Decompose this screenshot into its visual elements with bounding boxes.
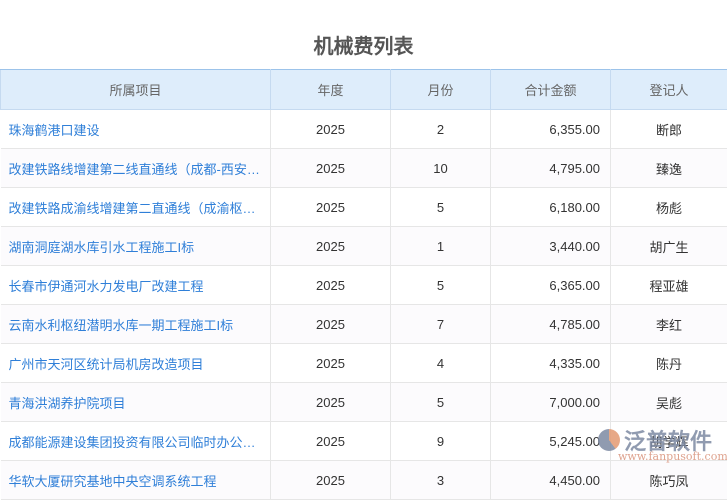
registrant-cell: 臻逸 [611, 149, 727, 188]
column-header-project[interactable]: 所属项目 [1, 70, 271, 110]
amount-cell: 6,180.00 [491, 188, 611, 227]
table-row[interactable]: 华软大厦研究基地中央空调系统工程202534,450.00陈巧凤 [1, 461, 727, 500]
year-cell: 2025 [271, 422, 391, 461]
table-row[interactable]: 云南水利枢纽潜明水库一期工程施工I标202574,785.00李红 [1, 305, 727, 344]
month-cell: 10 [391, 149, 491, 188]
column-header-month[interactable]: 月份 [391, 70, 491, 110]
year-cell: 2025 [271, 461, 391, 500]
project-link[interactable]: 青海洪湖养护院项目 [1, 383, 271, 422]
amount-cell: 4,795.00 [491, 149, 611, 188]
month-cell: 9 [391, 422, 491, 461]
amount-cell: 3,440.00 [491, 227, 611, 266]
registrant-cell: 胡广生 [611, 227, 727, 266]
column-header-amount[interactable]: 合计金额 [491, 70, 611, 110]
table-row[interactable]: 青海洪湖养护院项目202557,000.00吴彪 [1, 383, 727, 422]
table-row[interactable]: 广州市天河区统计局机房改造项目202544,335.00陈丹 [1, 344, 727, 383]
registrant-cell: 李红 [611, 305, 727, 344]
table-row[interactable]: 珠海鹤港口建设202526,355.00断郎 [1, 110, 727, 149]
column-header-year[interactable]: 年度 [271, 70, 391, 110]
month-cell: 1 [391, 227, 491, 266]
amount-cell: 6,355.00 [491, 110, 611, 149]
month-cell: 5 [391, 188, 491, 227]
year-cell: 2025 [271, 344, 391, 383]
year-cell: 2025 [271, 305, 391, 344]
registrant-cell: 吴彪 [611, 383, 727, 422]
registrant-cell: 程亚雄 [611, 266, 727, 305]
registrant-cell: 断郎 [611, 110, 727, 149]
amount-cell: 6,365.00 [491, 266, 611, 305]
month-cell: 7 [391, 305, 491, 344]
table-row[interactable]: 改建铁路线增建第二线直通线（成都-西安…2025104,795.00臻逸 [1, 149, 727, 188]
month-cell: 5 [391, 266, 491, 305]
project-link[interactable]: 改建铁路成渝线增建第二直通线（成渝枢… [1, 188, 271, 227]
registrant-cell: 杨彪 [611, 188, 727, 227]
amount-cell: 4,450.00 [491, 461, 611, 500]
table-row[interactable]: 改建铁路成渝线增建第二直通线（成渝枢…202556,180.00杨彪 [1, 188, 727, 227]
month-cell: 2 [391, 110, 491, 149]
month-cell: 3 [391, 461, 491, 500]
year-cell: 2025 [271, 149, 391, 188]
project-link[interactable]: 成都能源建设集团投资有限公司临时办公… [1, 422, 271, 461]
table-row[interactable]: 湖南洞庭湖水库引水工程施工I标202513,440.00胡广生 [1, 227, 727, 266]
brand-logo-icon [598, 429, 620, 451]
project-link[interactable]: 珠海鹤港口建设 [1, 110, 271, 149]
column-header-registrant[interactable]: 登记人 [611, 70, 727, 110]
registrant-cell: 陈巧凤 [611, 461, 727, 500]
month-cell: 5 [391, 383, 491, 422]
amount-cell: 7,000.00 [491, 383, 611, 422]
month-cell: 4 [391, 344, 491, 383]
year-cell: 2025 [271, 227, 391, 266]
amount-cell: 4,785.00 [491, 305, 611, 344]
project-link[interactable]: 广州市天河区统计局机房改造项目 [1, 344, 271, 383]
watermark-url: www.fanpusoft.com [618, 450, 727, 463]
project-link[interactable]: 湖南洞庭湖水库引水工程施工I标 [1, 227, 271, 266]
project-link[interactable]: 改建铁路线增建第二线直通线（成都-西安… [1, 149, 271, 188]
registrant-cell: 陈丹 [611, 344, 727, 383]
table-header-row: 所属项目 年度 月份 合计金额 登记人 [1, 70, 727, 110]
table-row[interactable]: 长春市伊通河水力发电厂改建工程202556,365.00程亚雄 [1, 266, 727, 305]
project-link[interactable]: 长春市伊通河水力发电厂改建工程 [1, 266, 271, 305]
amount-cell: 4,335.00 [491, 344, 611, 383]
project-link[interactable]: 云南水利枢纽潜明水库一期工程施工I标 [1, 305, 271, 344]
amount-cell: 5,245.00 [491, 422, 611, 461]
page-title: 机械费列表 [0, 30, 727, 59]
year-cell: 2025 [271, 188, 391, 227]
project-link[interactable]: 华软大厦研究基地中央空调系统工程 [1, 461, 271, 500]
year-cell: 2025 [271, 110, 391, 149]
year-cell: 2025 [271, 266, 391, 305]
year-cell: 2025 [271, 383, 391, 422]
